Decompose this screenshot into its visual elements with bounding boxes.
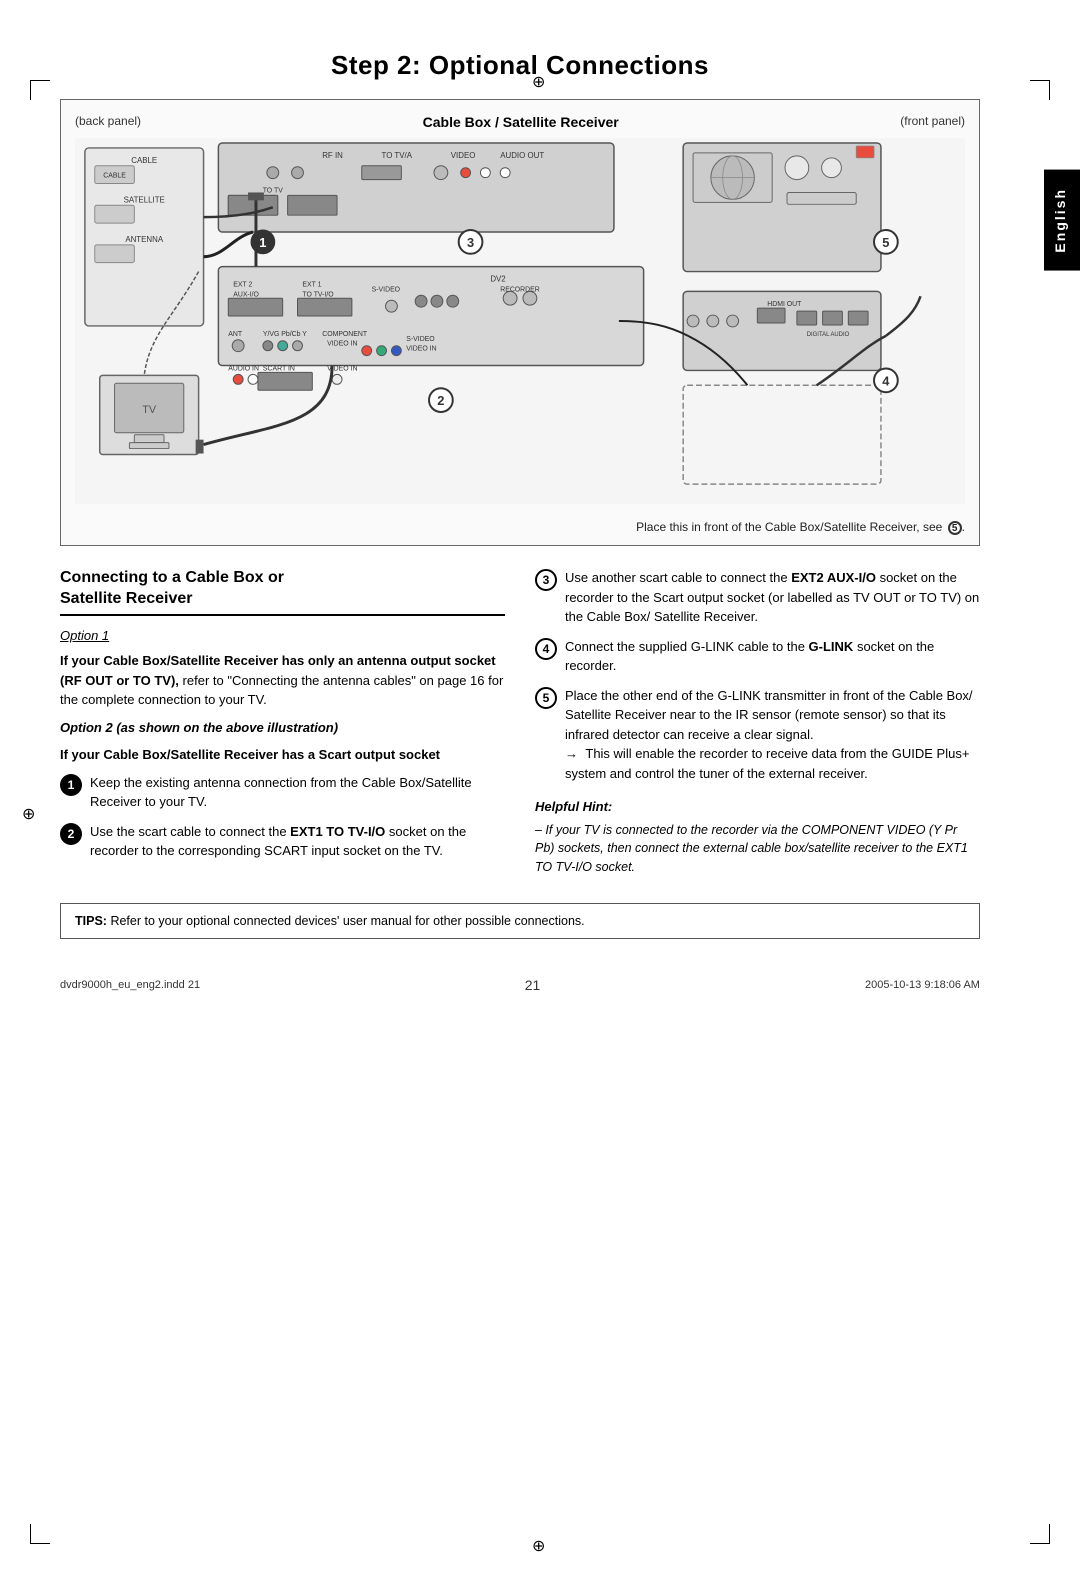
step-3-text: Use another scart cable to connect the E… — [565, 568, 980, 627]
svg-text:VIDEO IN: VIDEO IN — [327, 341, 357, 348]
svg-text:S-VIDEO: S-VIDEO — [372, 286, 401, 293]
step-4-text: Connect the supplied G-LINK cable to the… — [565, 637, 980, 676]
svg-text:EXT 2: EXT 2 — [233, 281, 252, 288]
tips-text: Refer to your optional connected devices… — [110, 914, 584, 928]
tips-label: TIPS: — [75, 914, 107, 928]
section-heading: Connecting to a Cable Box or Satellite R… — [60, 568, 505, 616]
step-2-text: Use the scart cable to connect the EXT1 … — [90, 822, 505, 861]
svg-text:CABLE: CABLE — [103, 173, 126, 180]
svg-text:SATELLITE: SATELLITE — [124, 195, 165, 204]
step-3-circle: 3 — [535, 569, 557, 591]
main-content: Step 2: Optional Connections (back panel… — [60, 50, 1020, 993]
option1-text: If your Cable Box/Satellite Receiver has… — [60, 651, 505, 710]
svg-text:DV2: DV2 — [490, 274, 505, 283]
option2-label: Option 2 (as shown on the above illustra… — [60, 718, 505, 738]
reg-mark-left — [22, 804, 38, 820]
svg-text:HDMI OUT: HDMI OUT — [767, 301, 802, 308]
footer: dvdr9000h_eu_eng2.indd 21 21 2005-10-13 … — [60, 969, 980, 993]
english-tab: English — [1044, 170, 1080, 271]
corner-mark-tr — [1030, 80, 1050, 100]
connection-diagram: CABLE CABLE SATELLITE ANTENNA RF IN TO T… — [75, 136, 965, 506]
tips-box: TIPS: Refer to your optional connected d… — [60, 903, 980, 939]
reg-mark-top — [532, 72, 548, 88]
reg-mark-bottom — [532, 1536, 548, 1552]
step-3: 3 Use another scart cable to connect the… — [535, 568, 980, 627]
corner-mark-tl — [30, 80, 50, 100]
step-5: 5 Place the other end of the G-LINK tran… — [535, 686, 980, 784]
svg-text:SCART IN: SCART IN — [263, 365, 295, 372]
step-1-text: Keep the existing antenna connection fro… — [90, 773, 505, 812]
svg-text:TV: TV — [142, 404, 157, 416]
svg-text:COMPONENT: COMPONENT — [322, 331, 368, 338]
step-2-circle: 2 — [60, 823, 82, 845]
svg-text:Y/VG Pb/Cb Y: Y/VG Pb/Cb Y — [263, 331, 307, 338]
footer-right: 2005-10-13 9:18:06 AM — [865, 979, 980, 991]
svg-text:ANTENNA: ANTENNA — [125, 235, 164, 244]
svg-text:4: 4 — [882, 373, 890, 388]
step-4-circle: 4 — [535, 638, 557, 660]
svg-text:CABLE: CABLE — [131, 156, 157, 165]
svg-text:1: 1 — [259, 235, 266, 250]
helpful-hint: Helpful Hint: – If your TV is connected … — [535, 797, 980, 877]
step-5-text: Place the other end of the G-LINK transm… — [565, 686, 980, 784]
svg-text:AUDIO IN: AUDIO IN — [228, 365, 259, 372]
page-title: Step 2: Optional Connections — [60, 50, 980, 81]
diagram-header: (back panel) Cable Box / Satellite Recei… — [75, 114, 965, 130]
front-panel-label: (front panel) — [900, 114, 965, 128]
svg-text:AUX-I/O: AUX-I/O — [233, 291, 259, 298]
option1-label: Option 1 — [60, 626, 505, 646]
caption-num-circle: 5 — [948, 521, 962, 535]
svg-text:3: 3 — [467, 235, 474, 250]
step-2: 2 Use the scart cable to connect the EXT… — [60, 822, 505, 861]
hint-text: – If your TV is connected to the recorde… — [535, 821, 980, 877]
svg-text:ANT: ANT — [228, 331, 243, 338]
footer-left: dvdr9000h_eu_eng2.indd 21 — [60, 979, 200, 991]
diagram-caption: Place this in front of the Cable Box/Sat… — [75, 520, 965, 535]
svg-text:TO TV-I/O: TO TV-I/O — [302, 291, 334, 298]
hint-title: Helpful Hint: — [535, 797, 980, 817]
step-4: 4 Connect the supplied G-LINK cable to t… — [535, 637, 980, 676]
content-columns: Connecting to a Cable Box or Satellite R… — [60, 568, 980, 885]
svg-text:VIDEO: VIDEO — [451, 151, 476, 160]
diagram-box: (back panel) Cable Box / Satellite Recei… — [60, 99, 980, 546]
cable-box-label: Cable Box / Satellite Receiver — [423, 114, 619, 130]
svg-text:TO TV: TO TV — [263, 187, 283, 194]
corner-mark-bl — [30, 1524, 50, 1544]
right-column: 3 Use another scart cable to connect the… — [535, 568, 980, 885]
svg-text:VIDEO IN: VIDEO IN — [406, 346, 436, 353]
diagram-area: CABLE CABLE SATELLITE ANTENNA RF IN TO T… — [75, 136, 965, 516]
step-1-circle: 1 — [60, 774, 82, 796]
svg-text:2: 2 — [437, 393, 444, 408]
svg-text:5: 5 — [882, 235, 889, 250]
svg-text:TO TV/A: TO TV/A — [382, 151, 413, 160]
back-panel-label: (back panel) — [75, 114, 141, 128]
svg-text:DIGITAL AUDIO: DIGITAL AUDIO — [807, 332, 850, 338]
svg-text:EXT 1: EXT 1 — [302, 281, 321, 288]
corner-mark-br — [1030, 1524, 1050, 1544]
step-1: 1 Keep the existing antenna connection f… — [60, 773, 505, 812]
svg-text:AUDIO OUT: AUDIO OUT — [500, 151, 544, 160]
step-5-circle: 5 — [535, 687, 557, 709]
svg-text:RF IN: RF IN — [322, 151, 343, 160]
left-column: Connecting to a Cable Box or Satellite R… — [60, 568, 505, 885]
svg-text:S-VIDEO: S-VIDEO — [406, 336, 435, 343]
page-number: 21 — [525, 977, 541, 993]
option2-heading: If your Cable Box/Satellite Receiver has… — [60, 745, 505, 765]
